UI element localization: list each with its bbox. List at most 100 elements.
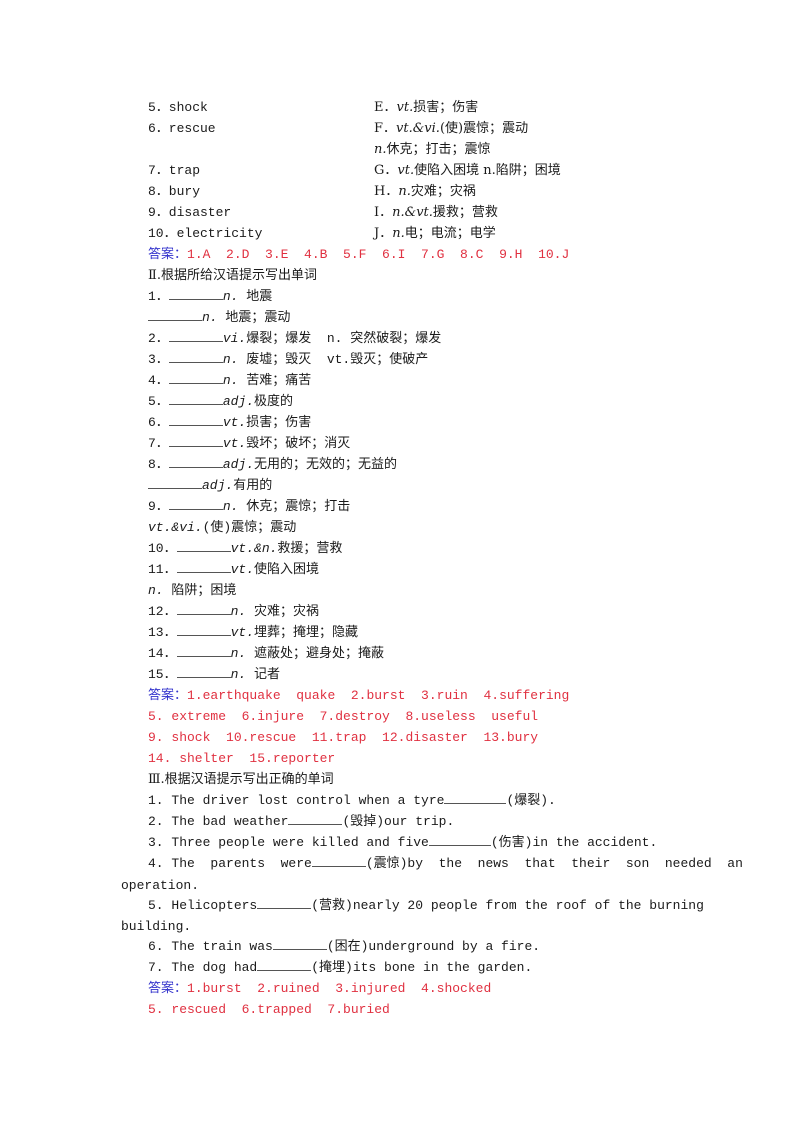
answer-blank[interactable] bbox=[444, 790, 507, 804]
part-of-speech: vt.&vi. bbox=[396, 121, 440, 136]
answer-blank[interactable] bbox=[148, 475, 202, 489]
answer-blank[interactable] bbox=[288, 811, 343, 825]
fill-item-continuation: n. 陷阱；困境 bbox=[148, 580, 236, 601]
definition: 灾难；灾祸 bbox=[410, 184, 476, 199]
part-of-speech: n. bbox=[202, 310, 218, 325]
fill-item-continuation: vt.&vi.(使)震惊；震动 bbox=[148, 517, 296, 538]
answer-blank[interactable] bbox=[168, 286, 223, 300]
answer-blank[interactable] bbox=[168, 496, 223, 510]
answer-text: 1.A 2.D 3.E 4.B 5.F 6.I 7.G 8.C 9.H 10.J bbox=[187, 247, 570, 262]
match-right-item: I．n.&vt.援救；营救 bbox=[374, 202, 498, 223]
answer-blank[interactable] bbox=[176, 559, 231, 573]
match-left-item: 8．bury bbox=[148, 184, 201, 199]
answer-text: 9. shock 10.rescue 11.trap 12.disaster 1… bbox=[148, 730, 539, 745]
item-number: 14． bbox=[148, 646, 177, 661]
item-number: 4． bbox=[148, 373, 169, 388]
hint: 使陷入困境 bbox=[254, 562, 320, 577]
sentence-text: (震惊)by the news that their son needed an bbox=[365, 856, 743, 871]
item-number: 9． bbox=[148, 499, 169, 514]
answer-blank[interactable] bbox=[168, 328, 223, 342]
hint: 爆裂；爆发 n. 突然破裂；爆发 bbox=[246, 331, 442, 346]
part-of-speech: vt. bbox=[222, 436, 247, 451]
answer-label: 答案： bbox=[148, 981, 188, 996]
item-number: 11． bbox=[148, 562, 177, 577]
answer-blank[interactable] bbox=[168, 349, 223, 363]
sentence-text: 2. The bad weather bbox=[148, 814, 289, 829]
fill-item: 2． vi.爆裂；爆发 n. 突然破裂；爆发 bbox=[148, 328, 441, 349]
answer-blank[interactable] bbox=[428, 832, 491, 846]
part-of-speech: vt. bbox=[396, 100, 414, 115]
hint: 毁坏；破坏；消灭 bbox=[246, 436, 351, 451]
part-of-speech: vt. bbox=[397, 163, 415, 178]
sentence-item: 7. The dog had (掩埋)its bone in the garden… bbox=[148, 957, 532, 978]
match-left-item: 7．trap bbox=[148, 163, 201, 178]
answer-blank[interactable] bbox=[148, 307, 202, 321]
match-right-item: n.休克；打击；震惊 bbox=[374, 139, 491, 160]
fill-item: 15． n. 记者 bbox=[148, 664, 280, 685]
answer-blank[interactable] bbox=[176, 664, 231, 678]
answer-blank[interactable] bbox=[176, 538, 231, 552]
sentence-item: 5. Helicopters (营救)nearly 20 people from … bbox=[148, 895, 704, 916]
option-letter: F． bbox=[374, 121, 397, 136]
sentence-text: (伤害)in the accident. bbox=[490, 835, 658, 850]
document-page: 5．shock 6．rescue 7．trap 8．bury 9．disaste… bbox=[0, 0, 800, 1132]
answer-text: 5. rescued 6.trapped 7.buried bbox=[148, 1002, 390, 1017]
match-right-item: H．n.灾难；灾祸 bbox=[374, 181, 476, 202]
part-of-speech: adj. bbox=[222, 394, 255, 409]
option-letter: E． bbox=[374, 100, 397, 115]
hint: 救援；营救 bbox=[277, 541, 343, 556]
answer-blank[interactable] bbox=[168, 391, 223, 405]
answer-blank[interactable] bbox=[257, 957, 312, 971]
hint: (使)震惊；震动 bbox=[202, 520, 297, 535]
definition: 电；电流；电学 bbox=[404, 226, 496, 241]
answer-blank[interactable] bbox=[176, 622, 231, 636]
answer-blank[interactable] bbox=[168, 433, 223, 447]
answer-blank[interactable] bbox=[272, 936, 327, 950]
fill-item: 11． vt.使陷入困境 bbox=[148, 559, 319, 580]
match-right-item: F．vt.&vi.(使)震惊；震动 bbox=[374, 118, 528, 139]
hint: 地震 bbox=[238, 289, 273, 304]
part-of-speech: n. bbox=[230, 667, 247, 682]
hint: 记者 bbox=[246, 667, 281, 682]
fill-item: 6． vt.损害；伤害 bbox=[148, 412, 311, 433]
sentence-text: 3. Three people were killed and five bbox=[148, 835, 429, 850]
hint: 苦难；痛苦 bbox=[238, 373, 312, 388]
hint: 极度的 bbox=[254, 394, 294, 409]
sentence-continuation: building. bbox=[121, 919, 192, 934]
answer-blank[interactable] bbox=[257, 895, 312, 909]
answer-blank[interactable] bbox=[311, 853, 366, 867]
part-of-speech: n. bbox=[222, 352, 239, 367]
section-heading: Ⅲ.根据汉语提示写出正确的单词 bbox=[148, 772, 334, 787]
definition: 休克；打击；震惊 bbox=[386, 142, 491, 157]
part-of-speech: adj. bbox=[202, 478, 234, 493]
match-left-item: 5．shock bbox=[148, 100, 208, 115]
answer-line: 答案：1.burst 2.ruined 3.injured 4.shocked bbox=[148, 978, 491, 999]
sentence-text: (营救)nearly 20 people from the roof of th… bbox=[311, 898, 704, 913]
part-of-speech: n. bbox=[392, 226, 405, 241]
part-of-speech: vt.&vi. bbox=[148, 520, 203, 535]
answer-text: 1.earthquake quake 2.burst 3.ruin 4.suff… bbox=[187, 688, 570, 703]
fill-item: 10． vt.&n.救援；营救 bbox=[148, 538, 342, 559]
fill-item: 1． n. 地震 bbox=[148, 286, 272, 307]
item-number: 5． bbox=[148, 394, 169, 409]
fill-item: adj.有用的 bbox=[148, 475, 272, 496]
match-right-item: G．vt.使陷入困境 n.陷阱；困境 bbox=[374, 160, 561, 181]
answer-blank[interactable] bbox=[168, 454, 223, 468]
answer-blank[interactable] bbox=[168, 412, 223, 426]
answer-blank[interactable] bbox=[176, 601, 231, 615]
part-of-speech: adj. bbox=[222, 457, 255, 472]
part-of-speech: n. bbox=[398, 184, 411, 199]
answer-blank[interactable] bbox=[168, 370, 223, 384]
item-number: 15． bbox=[148, 667, 177, 682]
fill-item: 13． vt.埋葬；掩埋；隐藏 bbox=[148, 622, 358, 643]
hint: 遮蔽处；避身处；掩蔽 bbox=[246, 646, 385, 661]
sentence-item: 3. Three people were killed and five (伤害)… bbox=[148, 832, 657, 853]
part-of-speech: n. bbox=[230, 604, 247, 619]
sentence-continuation: operation. bbox=[121, 878, 200, 893]
definition: 损害；伤害 bbox=[413, 100, 479, 115]
answer-blank[interactable] bbox=[176, 643, 231, 657]
fill-item: 9． n. 休克；震惊；打击 bbox=[148, 496, 350, 517]
option-letter: G． bbox=[374, 163, 398, 178]
sentence-text: 4. The parents were bbox=[148, 856, 312, 871]
part-of-speech: n. bbox=[222, 373, 239, 388]
